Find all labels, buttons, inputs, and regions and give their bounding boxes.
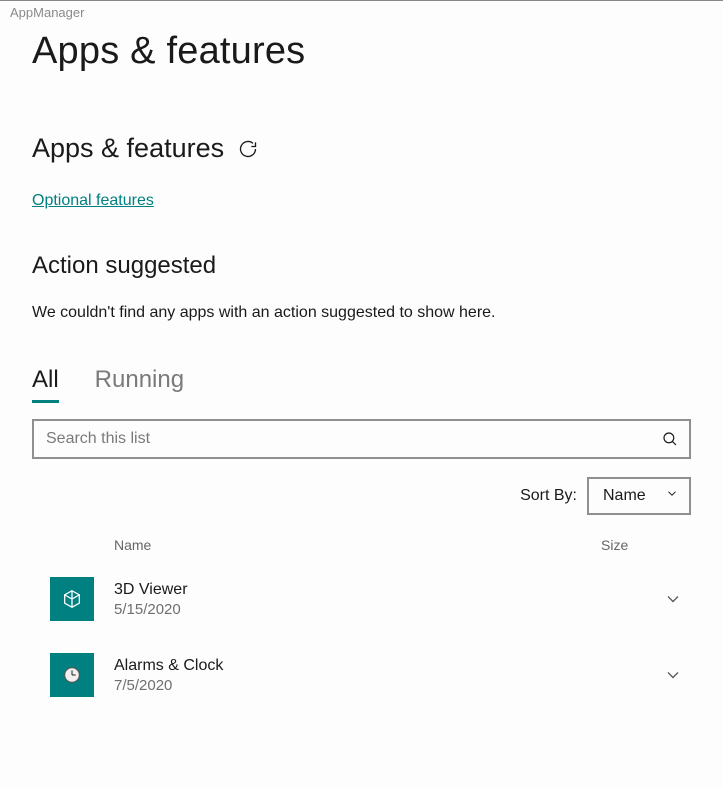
cube-icon [50,577,94,621]
action-suggested-heading: Action suggested [32,252,691,280]
filter-tabs: All Running [32,366,691,403]
app-name: Alarms & Clock [114,657,655,675]
search-field-wrap[interactable] [32,419,691,459]
app-row[interactable]: Alarms & Clock 7/5/2020 [32,643,691,719]
search-icon [661,430,679,448]
refresh-icon[interactable] [238,139,258,159]
tab-all[interactable]: All [32,366,59,403]
app-row[interactable]: 3D Viewer 5/15/2020 [32,567,691,643]
search-input[interactable] [46,430,647,448]
section-heading: Apps & features [32,133,224,164]
app-date: 5/15/2020 [114,601,655,618]
clock-icon [50,653,94,697]
chevron-down-icon [665,487,679,506]
window-title: AppManager [0,1,723,22]
column-header-size: Size [601,537,691,553]
optional-features-link[interactable]: Optional features [32,192,154,210]
sort-value: Name [603,487,646,505]
sort-label: Sort By: [520,487,577,505]
page-title: Apps & features [32,30,691,73]
tab-running[interactable]: Running [95,366,184,403]
action-empty-message: We couldn't find any apps with an action… [32,304,691,322]
chevron-down-icon[interactable] [655,589,691,609]
app-name: 3D Viewer [114,581,655,599]
chevron-down-icon[interactable] [655,665,691,685]
sort-select[interactable]: Name [587,477,691,515]
app-date: 7/5/2020 [114,677,655,694]
column-header-name: Name [114,537,601,553]
